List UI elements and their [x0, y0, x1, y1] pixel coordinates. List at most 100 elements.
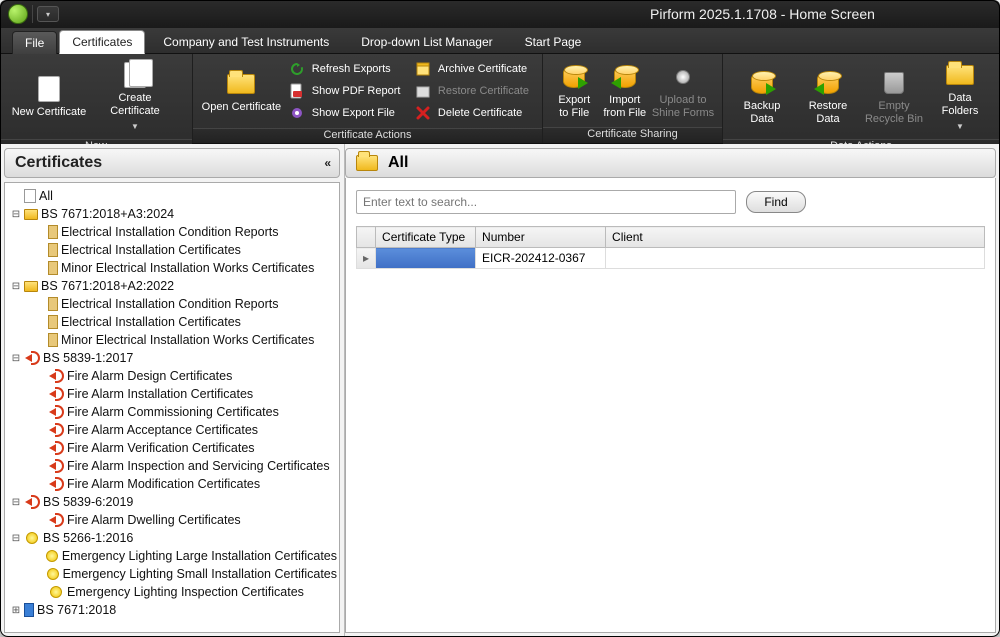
right-panel-body: Find Certificate Type Number Client ▸ EIC…: [345, 178, 996, 633]
backup-label: Backup Data: [744, 100, 781, 126]
table-row[interactable]: ▸ EICR-202412-0367: [357, 248, 985, 269]
right-panel-title: All: [388, 154, 408, 172]
restore-data-button[interactable]: Restore Data: [795, 66, 861, 128]
ribbon: New Certificate Create Certificate ▼ New…: [0, 54, 1000, 144]
tree-node[interactable]: ·Fire Alarm Inspection and Servicing Cer…: [7, 457, 337, 475]
tree-node-label: Electrical Installation Condition Report…: [61, 297, 278, 311]
tab-dropdown-manager[interactable]: Drop-down List Manager: [345, 31, 508, 53]
col-certificate-type[interactable]: Certificate Type: [376, 227, 476, 248]
search-input[interactable]: [356, 190, 736, 214]
chevron-down-icon: ▼: [131, 120, 139, 133]
speaker-icon: [48, 369, 64, 383]
tree-node[interactable]: ·Electrical Installation Condition Repor…: [7, 295, 337, 313]
row-indicator: ▸: [357, 248, 376, 269]
tree-node[interactable]: ·Emergency Lighting Inspection Certifica…: [7, 583, 337, 601]
db-export-icon: [563, 66, 585, 88]
tree-node-label: All: [39, 189, 53, 203]
restore-certificate-button: Restore Certificate: [410, 80, 536, 102]
import-from-file-button[interactable]: Import from File: [600, 60, 651, 122]
tree-node[interactable]: ⊟ BS 5839-6:2019: [7, 493, 337, 511]
collapse-icon[interactable]: «: [324, 156, 329, 170]
bulb-icon: [46, 549, 59, 563]
archive-certificate-button[interactable]: Archive Certificate: [410, 58, 536, 80]
certificate-tree[interactable]: ·All ⊟ BS 7671:2018+A3:2024 ·Electrical Ins…: [4, 182, 340, 633]
tree-node-label: BS 5839-6:2019: [43, 495, 133, 509]
export-to-file-button[interactable]: Export to File: [549, 60, 600, 122]
tree-node[interactable]: ⊟BS 5839-1:2017: [7, 349, 337, 367]
delete-label: Delete Certificate: [438, 107, 522, 119]
tree-node[interactable]: ⊟BS 7671:2018+A2:2022: [7, 277, 337, 295]
tree-node-label: Emergency Lighting Inspection Certificat…: [67, 585, 304, 599]
search-row: Find: [356, 190, 985, 214]
right-panel-header: All: [345, 148, 996, 178]
new-certificate-button[interactable]: New Certificate: [6, 72, 92, 121]
cell-certificate-type[interactable]: [376, 248, 476, 269]
delete-certificate-button[interactable]: Delete Certificate: [410, 102, 536, 124]
collapse-icon[interactable]: ⊟: [11, 281, 21, 292]
tree-node[interactable]: ·Emergency Lighting Small Installation C…: [7, 565, 337, 583]
show-pdf-label: Show PDF Report: [312, 85, 401, 97]
pdf-icon: [288, 82, 306, 100]
left-panel-title: Certificates: [15, 154, 102, 172]
col-number[interactable]: Number: [476, 227, 606, 248]
show-export-button[interactable]: Show Export File: [284, 102, 410, 124]
std-icon: [48, 297, 58, 311]
app-orb-icon[interactable]: [8, 4, 28, 24]
tab-start-page[interactable]: Start Page: [509, 31, 598, 53]
tree-node[interactable]: ·Fire Alarm Verification Certificates: [7, 439, 337, 457]
empty-recycle-label: Empty Recycle Bin: [865, 100, 923, 126]
tree-node[interactable]: ·Fire Alarm Modification Certificates: [7, 475, 337, 493]
tree-node[interactable]: ·Electrical Installation Certificates: [7, 313, 337, 331]
collapse-icon[interactable]: ⊟: [11, 209, 21, 220]
create-certificate-button[interactable]: Create Certificate ▼: [92, 58, 178, 135]
data-folders-button[interactable]: Data Folders ▼: [927, 58, 993, 135]
open-certificate-button[interactable]: Open Certificate: [199, 67, 284, 116]
tree-node[interactable]: ⊞BS 7671:2018: [7, 601, 337, 619]
tree-node[interactable]: ·Electrical Installation Certificates: [7, 241, 337, 259]
window-title: Pirform 2025.1.1708 - Home Screen: [650, 6, 875, 22]
folder-icon: [24, 209, 38, 220]
db-backup-icon: [751, 72, 773, 94]
archive-icon: [414, 60, 432, 78]
tree-node[interactable]: ⊟BS 5266-1:2016: [7, 529, 337, 547]
collapse-icon[interactable]: ⊟: [11, 353, 21, 364]
tree-node[interactable]: ·Minor Electrical Installation Works Cer…: [7, 259, 337, 277]
cell-number[interactable]: EICR-202412-0367: [476, 248, 606, 269]
quick-access-toolbar: ▾: [0, 4, 67, 24]
collapse-icon[interactable]: ⊟: [11, 497, 21, 508]
tree-node[interactable]: ·All: [7, 187, 337, 205]
certificates-grid[interactable]: Certificate Type Number Client ▸ EICR-202…: [356, 226, 985, 269]
create-certificate-label: Create Certificate: [94, 92, 176, 118]
tree-node-label: BS 7671:2018+A3:2024: [41, 207, 174, 221]
col-client[interactable]: Client: [606, 227, 985, 248]
tree-node[interactable]: ·Emergency Lighting Large Installation C…: [7, 547, 337, 565]
std-icon: [48, 243, 58, 257]
tree-node[interactable]: ·Fire Alarm Dwelling Certificates: [7, 511, 337, 529]
export-label: Export to File: [558, 94, 590, 120]
tree-node[interactable]: ·Fire Alarm Acceptance Certificates: [7, 421, 337, 439]
refresh-exports-button[interactable]: Refresh Exports: [284, 58, 410, 80]
collapse-icon[interactable]: ⊟: [11, 533, 21, 544]
group-certificate-sharing: Export to File Import from File Upload t…: [543, 54, 723, 143]
tree-node[interactable]: ·Electrical Installation Condition Repor…: [7, 223, 337, 241]
upload-shine-button: Upload to Shine Forms: [650, 60, 716, 122]
tree-node[interactable]: ⊟ BS 7671:2018+A3:2024: [7, 205, 337, 223]
tab-certificates[interactable]: Certificates: [59, 30, 145, 54]
find-button[interactable]: Find: [746, 191, 806, 213]
refresh-icon: [288, 60, 306, 78]
tree-node-label: Electrical Installation Certificates: [61, 315, 241, 329]
speaker-icon: [48, 441, 64, 455]
backup-data-button[interactable]: Backup Data: [729, 66, 795, 128]
tree-node[interactable]: ·Fire Alarm Commissioning Certificates: [7, 403, 337, 421]
tab-company[interactable]: Company and Test Instruments: [147, 31, 345, 53]
expand-icon[interactable]: ⊞: [11, 605, 21, 616]
tree-node[interactable]: ·Minor Electrical Installation Works Cer…: [7, 331, 337, 349]
delete-icon: [414, 104, 432, 122]
tree-node[interactable]: ·Fire Alarm Design Certificates: [7, 367, 337, 385]
cell-client[interactable]: [606, 248, 985, 269]
tab-file[interactable]: File: [12, 31, 57, 54]
tree-node-label: Minor Electrical Installation Works Cert…: [61, 261, 314, 275]
show-pdf-button[interactable]: Show PDF Report: [284, 80, 410, 102]
qat-dropdown[interactable]: ▾: [37, 6, 59, 22]
tree-node[interactable]: ·Fire Alarm Installation Certificates: [7, 385, 337, 403]
